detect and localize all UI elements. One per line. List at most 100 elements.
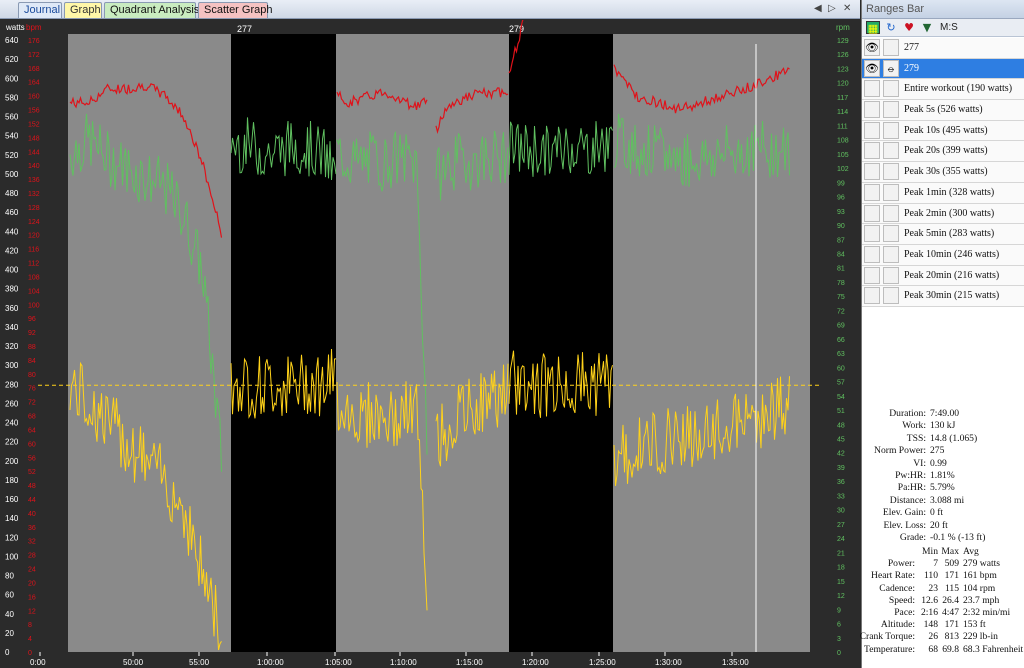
watts-tick-label: 560 (5, 113, 19, 122)
bpm-tick-label: 164 (28, 80, 40, 87)
app-window: Journal Graph Quadrant Analysis Scatter … (0, 0, 1024, 668)
stats-table-row: Power: 7 509 279 watts (862, 558, 1024, 570)
tab-next-icon[interactable]: ▷ (828, 3, 836, 14)
lock-toggle[interactable] (883, 204, 899, 222)
watts-tick-label: 340 (5, 323, 19, 332)
lock-toggle[interactable] (883, 266, 899, 284)
tab-prev-icon[interactable]: ◀ (814, 3, 822, 14)
bpm-tick-label: 44 (28, 497, 36, 504)
visibility-toggle[interactable] (864, 266, 880, 284)
stats-table-cell: 229 lb-in (963, 631, 998, 643)
stat-row: TSS: 14.8 (1.065) (862, 433, 1024, 445)
stats-table-cell: 23 (928, 582, 938, 594)
lock-toggle[interactable] (883, 101, 899, 119)
bpm-tick-label: 132 (28, 191, 40, 198)
ms-toggle[interactable]: M:S (940, 22, 958, 33)
x-tick-label: 1:05:00 (325, 658, 352, 667)
visibility-toggle[interactable] (864, 225, 880, 243)
range-label: Peak 10min (246 watts) (904, 248, 1000, 260)
watts-tick-label: 400 (5, 266, 19, 275)
tab-quadrant-analysis[interactable]: Quadrant Analysis (104, 2, 199, 18)
lock-toggle[interactable] (883, 80, 899, 98)
range-row[interactable]: Peak 1min (328 watts) (862, 182, 1024, 204)
range-row[interactable]: Peak 5min (283 watts) (862, 224, 1024, 245)
watts-tick-label: 480 (5, 189, 19, 198)
range-row[interactable]: 👁 277 (862, 38, 1024, 59)
rpm-tick-label: 84 (837, 251, 845, 258)
range-row[interactable]: Peak 20min (216 watts) (862, 265, 1024, 287)
x-tick-label: 1:35:00 (722, 658, 749, 667)
visibility-toggle[interactable] (864, 163, 880, 181)
range-row[interactable]: Peak 10min (246 watts) (862, 244, 1024, 266)
stat-row: Norm Power: 275 (862, 445, 1024, 457)
stats-table-cell: 69.8 (942, 643, 959, 655)
rpm-tick-label: 15 (837, 579, 845, 586)
lock-toggle[interactable] (883, 163, 899, 181)
visibility-toggle[interactable] (864, 245, 880, 263)
lock-icon[interactable]: ⦵ (883, 59, 899, 77)
stat-value: -0.1 % (-13 ft) (930, 531, 986, 543)
stats-table-cell: Crank Torque: (859, 631, 915, 643)
range-row[interactable]: Entire workout (190 watts) (862, 79, 1024, 101)
visibility-toggle[interactable] (864, 101, 880, 119)
watts-axis-label: watts (5, 23, 25, 32)
watts-tick-label: 540 (5, 132, 19, 141)
range-row[interactable]: Peak 30s (355 watts) (862, 162, 1024, 183)
range-label: Entire workout (190 watts) (904, 83, 1013, 95)
rpm-tick-label: 93 (837, 209, 845, 216)
bpm-tick-label: 80 (28, 372, 36, 379)
stats-table-cell: Altitude: (880, 619, 915, 631)
tab-journal[interactable]: Journal (18, 2, 62, 18)
range-label: Peak 20min (216 watts) (904, 269, 1000, 281)
lock-toggle[interactable] (883, 225, 899, 243)
rpm-tick-label: 3 (837, 636, 841, 643)
stat-key: Distance: (889, 494, 926, 506)
visibility-toggle[interactable] (864, 183, 880, 201)
range-row[interactable]: Peak 10s (495 watts) (862, 120, 1024, 142)
stats-table-cell: 115 (944, 582, 959, 594)
range-row[interactable]: Peak 2min (300 watts) (862, 203, 1024, 225)
refresh-icon[interactable]: ↻ (884, 21, 898, 34)
lock-toggle[interactable] (883, 287, 899, 305)
stat-value: 7:49.00 (930, 408, 960, 419)
bpm-tick-label: 112 (28, 261, 39, 268)
visibility-toggle[interactable] (864, 287, 880, 305)
visibility-toggle[interactable] (864, 121, 880, 139)
rpm-tick-label: 33 (837, 493, 845, 500)
tab-graph[interactable]: Graph (64, 2, 102, 18)
stats-table-cell: Cadence: (879, 582, 915, 594)
stat-row: Elev. Loss: 20 ft (862, 520, 1024, 532)
chart-icon[interactable]: ▦ (866, 21, 880, 35)
lock-toggle[interactable] (883, 121, 899, 139)
lock-toggle[interactable] (883, 183, 899, 201)
lock-toggle[interactable] (883, 142, 899, 160)
watts-tick-label: 600 (5, 74, 19, 83)
stats-table-cell: Power: (887, 558, 915, 570)
eye-icon[interactable]: 👁 (864, 59, 880, 77)
lock-toggle[interactable] (883, 39, 899, 56)
eye-icon[interactable]: 👁 (864, 39, 880, 56)
stats-table-cell: 4:47 (941, 606, 959, 618)
rpm-tick-label: 120 (837, 81, 849, 88)
workout-graph[interactable]: 277 279 watts bpm rpm 0 20 40 60 80 100 120 140 160 18… (0, 20, 860, 668)
visibility-toggle[interactable] (864, 142, 880, 160)
range-row[interactable]: 👁 ⦵ 279 (862, 58, 1024, 80)
visibility-toggle[interactable] (864, 204, 880, 222)
ranges-toolbar: ▦ ↻ ♥ ▼ M:S (862, 19, 1024, 37)
stats-table: Min Max Avg Power: 7 509 279 watts Heart Rate: 1… (859, 546, 1024, 656)
lock-toggle[interactable] (883, 245, 899, 263)
bpm-tick-label: 96 (28, 316, 36, 323)
tab-close-icon[interactable]: ✕ (843, 3, 851, 14)
heart-icon[interactable]: ♥ (902, 21, 916, 34)
bpm-tick-label: 144 (28, 149, 40, 156)
visibility-toggle[interactable] (864, 80, 880, 98)
bpm-tick-label: 20 (28, 580, 36, 587)
rpm-tick-label: 39 (837, 465, 845, 472)
range-list: 👁 277 👁 ⦵ 279 Entire workout (190 watts) Peak … (862, 38, 1024, 307)
range-row[interactable]: Peak 20s (399 watts) (862, 141, 1024, 163)
tab-scatter-graph[interactable]: Scatter Graph (198, 2, 272, 18)
rpm-tick-label: 126 (837, 52, 849, 59)
range-row[interactable]: Peak 30min (215 watts) (862, 286, 1024, 307)
range-row[interactable]: Peak 5s (526 watts) (862, 100, 1024, 121)
mountain-icon[interactable]: ▼ (920, 21, 934, 34)
